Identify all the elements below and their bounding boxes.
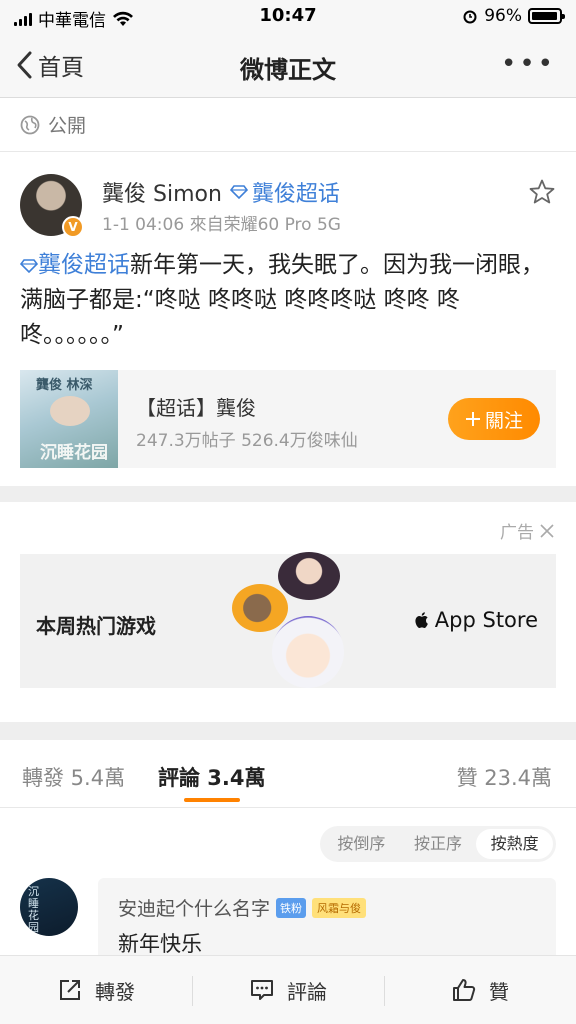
repost-button[interactable]: 轉發 (0, 956, 192, 1024)
supertopic-card-stats: 247.3万帖子 526.4万俊味仙 (136, 431, 358, 451)
active-tab-indicator (184, 798, 240, 802)
comment-sort-control: 按倒序 按正序 按熱度 (320, 826, 556, 862)
comment-text: 新年快乐 (118, 932, 202, 956)
supertopic-card[interactable]: 龔俊 林深 沉睡花园 【超话】龔俊 247.3万帖子 526.4万俊味仙 關注 (20, 370, 556, 468)
thumbnail-caption-top: 龔俊 林深 (36, 378, 93, 393)
section-divider (0, 486, 576, 502)
diamond-icon (229, 185, 248, 199)
repost-label: 轉發 (95, 979, 135, 1004)
comment-button[interactable]: 評論 (192, 956, 384, 1024)
status-bar: 中華電信 10:47 96% (0, 0, 576, 32)
thumbs-up-icon (453, 979, 476, 1001)
interaction-tabs: 轉發 5.4萬 評論 3.4萬 贊 23.4萬 (0, 740, 576, 808)
tab-repost[interactable]: 轉發 5.4萬 (22, 762, 125, 792)
sort-option-chronological[interactable]: 按正序 (400, 829, 477, 859)
diamond-icon (19, 259, 39, 274)
post-meta: 1-1 04:06 來自荣耀60 Pro 5G (102, 215, 341, 235)
ad-section: 广告 本周热门游戏 App Store (0, 502, 576, 722)
bottom-action-bar: 轉發 評論 贊 (0, 955, 576, 1024)
fan-badge: 铁粉 (276, 897, 307, 918)
star-icon[interactable] (528, 178, 556, 206)
ad-banner[interactable]: 本周热门游戏 App Store (20, 552, 556, 688)
post-text: 龔俊超话新年第一天，我失眠了。因为我一闭眼，满脑子都是:“咚哒 咚咚哒 咚咚咚哒… (19, 248, 556, 353)
post-topic-link-label: 龔俊超话 (38, 252, 130, 278)
thumbnail-caption-bottom: 沉睡花园 (40, 443, 108, 463)
tab-comment[interactable]: 評論 3.4萬 (158, 762, 266, 792)
supertopic-card-title: 【超话】龔俊 (136, 396, 256, 420)
battery-icon (528, 8, 565, 24)
supertopic-thumbnail: 龔俊 林深 沉睡花园 (20, 370, 118, 468)
close-icon[interactable] (540, 523, 554, 538)
fan-level-badge: 风霜与俊 (312, 897, 367, 918)
verified-badge-icon: V (62, 216, 84, 238)
weibo-post: V 龔俊 Simon 龔俊超话 1-1 04:06 來自荣耀60 Pro 5G … (0, 152, 576, 486)
game-character-image (278, 552, 340, 600)
page-title: 微博正文 (240, 56, 336, 84)
ad-label-text: 广告 (500, 523, 534, 543)
ad-label: 广告 (500, 518, 554, 543)
plus-icon (465, 412, 480, 426)
ad-text: 本周热门游戏 (36, 614, 156, 638)
comment-username[interactable]: 安迪起个什么名字 (118, 894, 270, 921)
game-character-image (232, 584, 288, 632)
follow-button[interactable]: 關注 (448, 398, 540, 440)
share-icon (60, 980, 80, 1000)
tab-like[interactable]: 贊 23.4萬 (457, 762, 552, 792)
battery-percent: 96% (484, 6, 522, 26)
game-character-image (272, 616, 344, 688)
sort-option-reverse[interactable]: 按倒序 (323, 829, 400, 859)
sort-option-hot[interactable]: 按熱度 (476, 829, 554, 859)
navigation-bar: 首頁 微博正文 ••• (0, 32, 576, 98)
section-divider (0, 722, 576, 740)
app-store-text: App Store (434, 608, 538, 632)
more-button[interactable]: ••• (501, 51, 556, 77)
supertopic-link[interactable]: 龔俊超话 (229, 176, 340, 208)
like-button[interactable]: 贊 (384, 956, 576, 1024)
globe-icon (20, 115, 40, 134)
post-topic-link[interactable]: 龔俊超话 (19, 252, 130, 278)
comment-icon (251, 980, 273, 1000)
app-store-label: App Store (413, 608, 538, 632)
comment-avatar-text: 沉睡花园 (28, 885, 39, 934)
follow-label: 關注 (484, 409, 523, 432)
visibility-label: 公開 (48, 115, 87, 137)
alarm-icon (463, 10, 477, 24)
post-username[interactable]: 龔俊 Simon (102, 176, 222, 208)
apple-icon (415, 612, 428, 628)
visibility-row: 公開 (0, 98, 576, 152)
supertopic-label: 龔俊超话 (251, 182, 340, 207)
like-label: 贊 (489, 979, 509, 1004)
comment-label: 評論 (287, 979, 327, 1004)
avatar[interactable]: 沉睡花园 (20, 878, 78, 936)
